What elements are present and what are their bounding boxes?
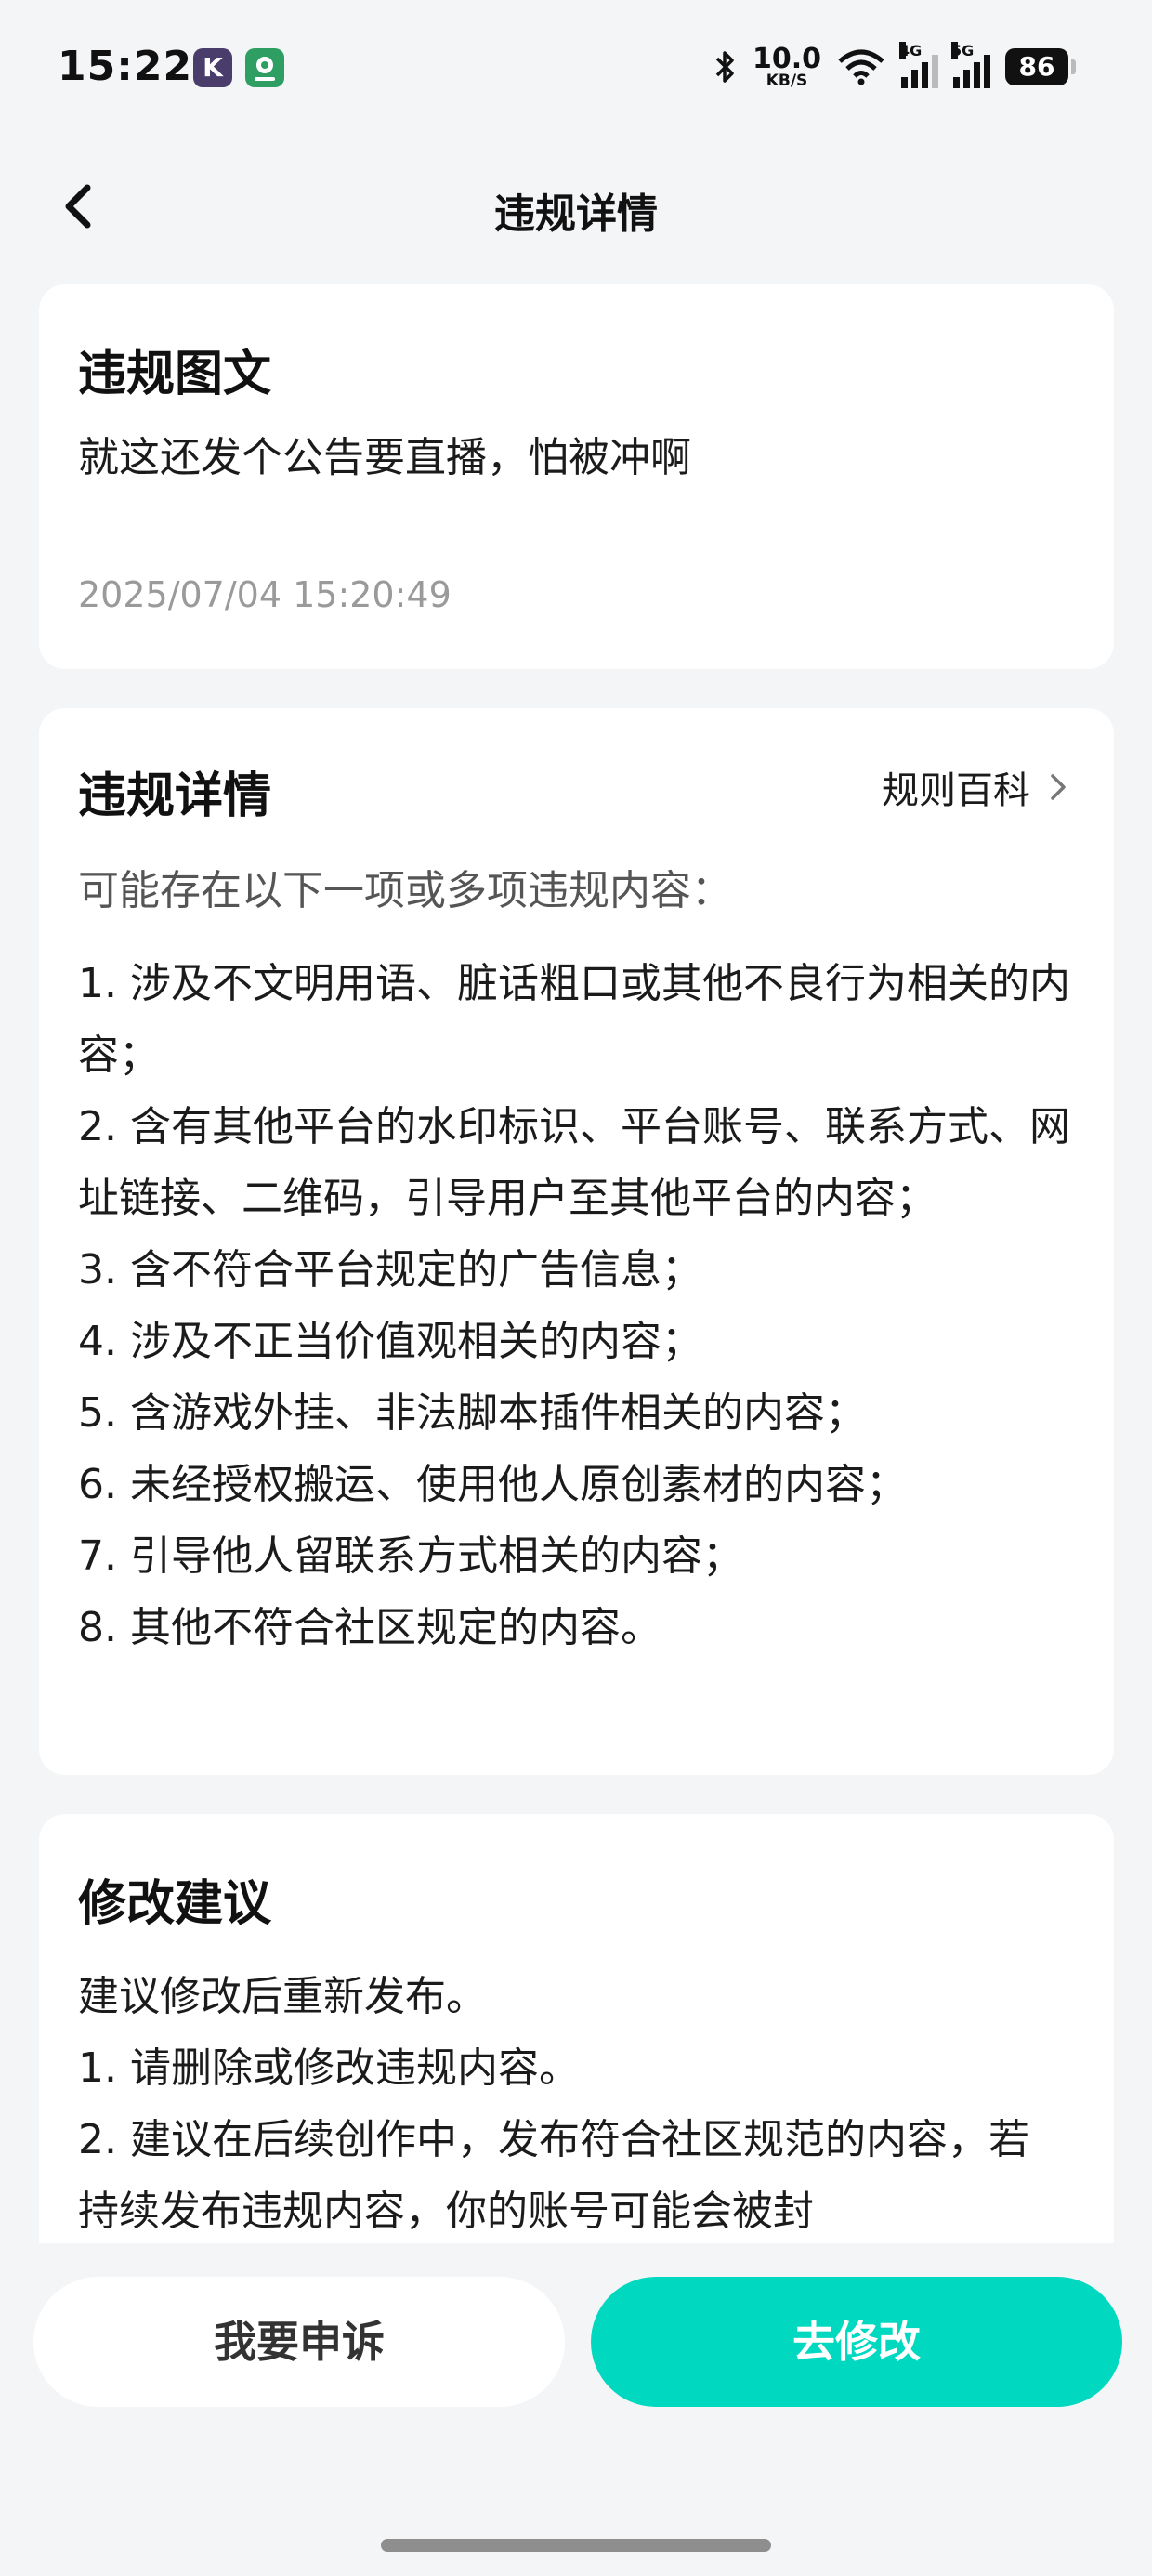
list-item: 4. 涉及不正当价值观相关的内容；	[78, 1318, 702, 1365]
card-heading: 违规图文	[78, 347, 272, 402]
list-item: 1. 涉及不文明用语、脏话粗口或其他不良行为相关的内容；	[78, 960, 1070, 1079]
bluetooth-icon	[715, 51, 734, 83]
list-item: 7. 引导他人留联系方式相关的内容；	[78, 1532, 743, 1580]
appeal-button[interactable]: 我要申诉	[33, 2277, 565, 2407]
content-text: 就这还发个公告要直播，怕被冲啊	[78, 434, 691, 481]
suggestion-line: 建议修改后重新发布。	[78, 1973, 487, 2020]
violation-details-card: 违规详情 规则百科 可能存在以下一项或多项违规内容： 1. 涉及不文明用语、脏话…	[39, 708, 1114, 1775]
card-heading: 修改建议	[78, 1876, 272, 1932]
app-notification-icon: K	[193, 48, 232, 87]
signal-5g-icon: 5G	[951, 42, 990, 88]
violation-list: 1. 涉及不文明用语、脏话粗口或其他不良行为相关的内容； 2. 含有其他平台的水…	[78, 948, 1073, 1663]
list-item: 2. 含有其他平台的水印标识、平台账号、联系方式、网址链接、二维码，引导用户至其…	[78, 1103, 1070, 1222]
battery-indicator: 86	[1005, 48, 1076, 85]
card-heading: 违规详情	[78, 769, 272, 824]
wifi-icon	[838, 49, 884, 85]
app-notification-icon	[245, 48, 284, 87]
network-speed: 10.0 KB/S	[752, 42, 821, 90]
list-item: 6. 未经授权搬运、使用他人原创素材的内容；	[78, 1461, 907, 1508]
list-item: 8. 其他不符合社区规定的内容。	[78, 1604, 661, 1651]
chevron-right-icon	[1051, 774, 1066, 800]
rules-wiki-label: 规则百科	[882, 769, 1030, 812]
list-item: 3. 含不符合平台规定的广告信息；	[78, 1246, 702, 1294]
suggestion-line: 1. 请删除或修改违规内容。	[78, 2044, 580, 2092]
suggestion-line: 2. 建议在后续创作中，发布符合社区规范的内容，若持续发布违规内容，你的账号可能…	[78, 2116, 1029, 2235]
page-header: 违规详情	[0, 160, 1152, 253]
status-bar: 15:22 K 10.0 KB/S 4G 5G 86	[0, 0, 1152, 139]
content-timestamp: 2025/07/04 15:20:49	[78, 574, 452, 615]
status-time: 15:22	[58, 43, 193, 90]
violation-intro: 可能存在以下一项或多项违规内容：	[78, 867, 732, 914]
rules-wiki-link[interactable]: 规则百科	[882, 760, 1069, 814]
home-indicator[interactable]	[381, 2539, 771, 2552]
page-title: 违规详情	[494, 191, 658, 238]
status-indicators: 10.0 KB/S 4G 5G 86	[713, 41, 1076, 93]
edit-button[interactable]: 去修改	[591, 2277, 1122, 2407]
bottom-action-bar: 我要申诉 去修改	[0, 2243, 1152, 2494]
suggestion-text: 建议修改后重新发布。 1. 请删除或修改违规内容。 2. 建议在后续创作中，发布…	[78, 1961, 1030, 2247]
list-item: 5. 含游戏外挂、非法脚本插件相关的内容；	[78, 1389, 866, 1437]
signal-4g-icon: 4G	[899, 42, 938, 88]
